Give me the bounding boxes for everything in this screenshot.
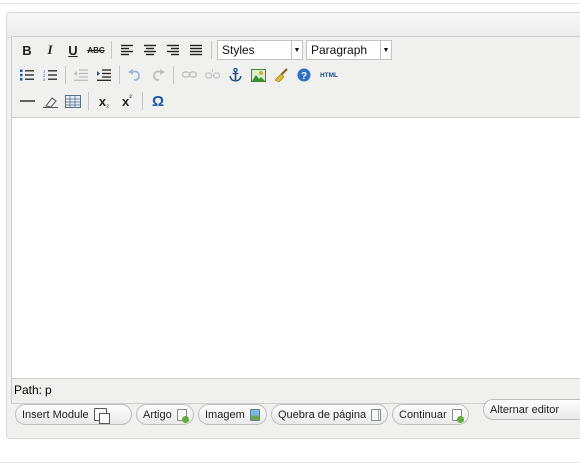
- insert-module-label: Insert Module: [22, 408, 89, 421]
- chevron-down-icon: ▼: [380, 41, 391, 59]
- outdent-icon: [74, 69, 88, 81]
- link-icon: [181, 71, 197, 78]
- page-break-icon: [371, 408, 381, 421]
- toolbar-row-1: B I U ABC Styles ▼ Paragraph ▼: [17, 39, 392, 61]
- svg-text:?: ?: [301, 71, 307, 82]
- bottom-divider: [0, 462, 580, 463]
- path-label: Path:: [14, 383, 43, 397]
- align-center-button[interactable]: [140, 40, 160, 60]
- html-source-button[interactable]: HTML: [317, 65, 341, 85]
- article-label: Artigo: [143, 408, 172, 421]
- anchor-button[interactable]: [225, 65, 245, 85]
- indent-icon: [97, 69, 111, 81]
- toggle-editor-button[interactable]: Alternar editor: [483, 399, 580, 420]
- align-center-icon: [144, 44, 156, 56]
- table-icon: [65, 94, 81, 108]
- subscript-button[interactable]: x₂: [94, 91, 114, 111]
- align-left-button[interactable]: [117, 40, 137, 60]
- bold-label: B: [22, 42, 32, 58]
- rich-text-editor: B I U ABC Styles ▼ Paragraph ▼ 1 2 3 ? H…: [11, 36, 580, 404]
- numbered-list-icon: 123: [43, 69, 57, 81]
- undo-icon: [128, 69, 140, 81]
- toolbar-separator: [111, 41, 112, 59]
- omega-icon: Ω: [151, 92, 165, 110]
- chevron-down-icon: ▼: [291, 41, 302, 59]
- subscript-label: x: [98, 93, 107, 109]
- toolbar-separator: [119, 66, 120, 84]
- align-right-icon: [167, 44, 179, 56]
- picture-icon: [249, 408, 260, 421]
- broom-icon: [273, 68, 288, 82]
- image-button[interactable]: [248, 65, 268, 85]
- toolbar-separator: [65, 66, 66, 84]
- bullet-list-button[interactable]: [17, 65, 37, 85]
- cleanup-button[interactable]: [271, 65, 291, 85]
- toolbar-separator: [211, 41, 212, 59]
- special-char-button[interactable]: Ω: [148, 91, 168, 111]
- read-more-icon: [451, 408, 465, 423]
- horizontal-rule-button[interactable]: [17, 91, 37, 111]
- page-break-button[interactable]: Quebra de página: [271, 404, 388, 425]
- align-justify-button[interactable]: [186, 40, 206, 60]
- redo-button[interactable]: [148, 65, 168, 85]
- remove-format-button[interactable]: [40, 91, 60, 111]
- path-element-p[interactable]: p: [45, 383, 52, 397]
- subscript-marker: ₂: [106, 100, 110, 109]
- strikethrough-button[interactable]: ABC: [86, 40, 106, 60]
- insert-module-button[interactable]: Insert Module: [15, 404, 132, 425]
- outdent-button[interactable]: [71, 65, 91, 85]
- read-more-label: Continuar: [399, 408, 447, 421]
- superscript-marker: ²: [129, 93, 132, 102]
- eraser-icon: [42, 96, 58, 108]
- editor-content-area[interactable]: [12, 117, 580, 379]
- table-button[interactable]: [63, 91, 83, 111]
- image-insert-label: Imagem: [205, 408, 245, 421]
- panel-header: [7, 13, 580, 38]
- underline-label: U: [68, 42, 78, 58]
- toolbar-separator: [142, 92, 143, 110]
- italic-button[interactable]: I: [40, 40, 60, 60]
- toggle-editor-label: Alternar editor: [490, 403, 560, 416]
- add-article-icon: [176, 408, 190, 423]
- strike-label: ABC: [87, 45, 105, 55]
- toolbar-row-3: x₂ x² Ω: [17, 90, 171, 112]
- indent-button[interactable]: [94, 65, 114, 85]
- superscript-button[interactable]: x²: [117, 91, 137, 111]
- image-insert-button[interactable]: Imagem: [198, 404, 267, 425]
- link-button[interactable]: [179, 65, 199, 85]
- format-select-value: Paragraph: [311, 43, 368, 57]
- unlink-button[interactable]: [202, 65, 222, 85]
- html-label: HTML: [319, 71, 339, 79]
- bold-button[interactable]: B: [17, 40, 37, 60]
- article-button[interactable]: Artigo: [136, 404, 194, 425]
- align-justify-icon: [190, 44, 202, 56]
- redo-icon: [153, 69, 165, 81]
- underline-button[interactable]: U: [63, 40, 83, 60]
- help-icon: ?: [297, 68, 311, 82]
- toolbar-row-2: 123 ? HTML: [17, 64, 344, 86]
- undo-button[interactable]: [125, 65, 145, 85]
- image-icon: [250, 68, 266, 82]
- superscript-label: x: [122, 93, 130, 109]
- element-path: Path: p: [14, 383, 52, 397]
- help-button[interactable]: ?: [294, 65, 314, 85]
- align-right-button[interactable]: [163, 40, 183, 60]
- toolbar-separator: [173, 66, 174, 84]
- anchor-icon: [228, 68, 242, 82]
- horizontal-rule-icon: [19, 100, 35, 102]
- svg-text:3: 3: [43, 77, 46, 81]
- module-icon: [93, 408, 110, 424]
- format-select[interactable]: Paragraph ▼: [306, 40, 392, 60]
- align-left-icon: [121, 44, 133, 56]
- unlink-icon: [204, 69, 220, 79]
- italic-label: I: [47, 42, 53, 57]
- styles-select[interactable]: Styles ▼: [217, 40, 303, 60]
- page-break-label: Quebra de página: [278, 408, 367, 421]
- read-more-button[interactable]: Continuar: [392, 404, 469, 425]
- numbered-list-button[interactable]: 123: [40, 65, 60, 85]
- toolbar-separator: [88, 92, 89, 110]
- bullet-list-icon: [20, 69, 34, 81]
- styles-select-value: Styles: [222, 43, 255, 57]
- top-divider: [0, 3, 580, 4]
